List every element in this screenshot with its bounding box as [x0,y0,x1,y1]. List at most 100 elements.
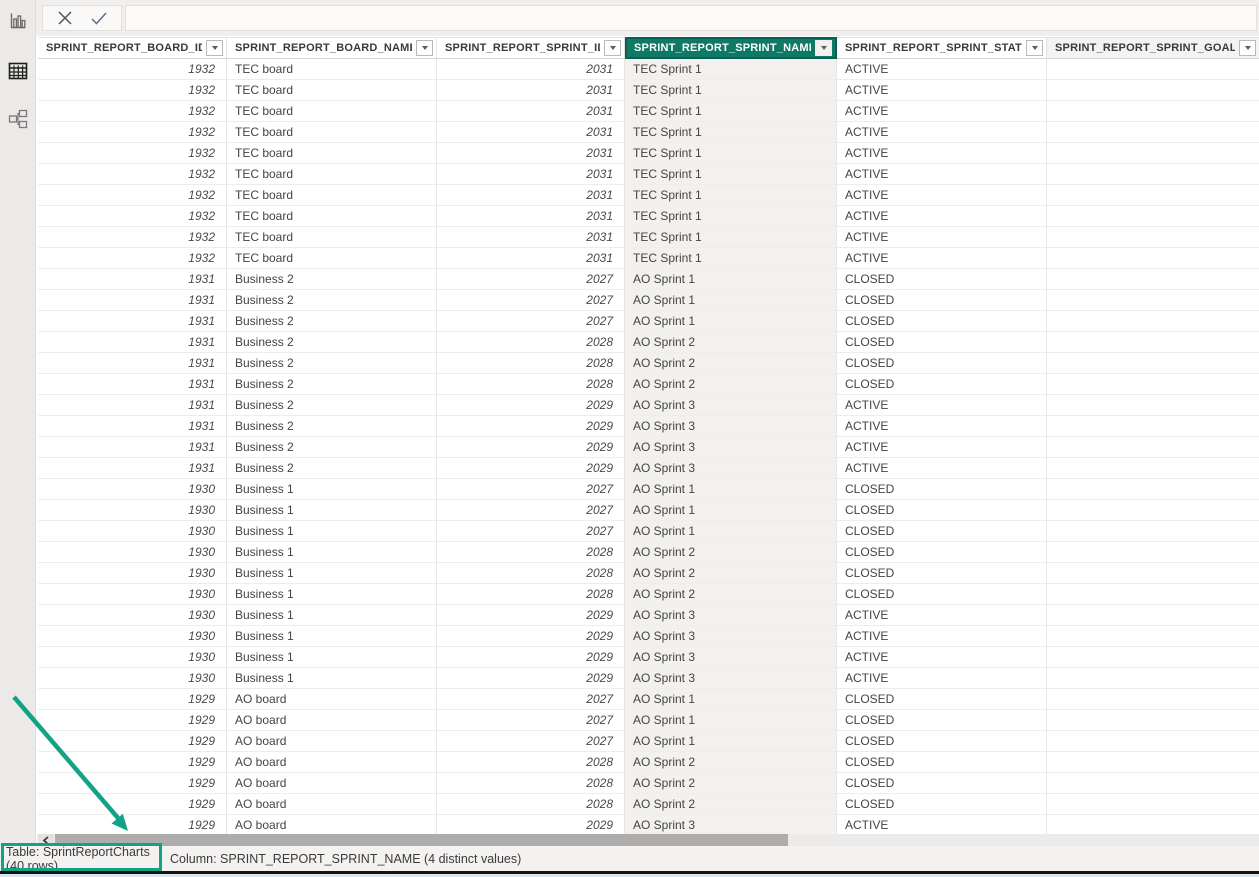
column-filter-dropdown-button[interactable] [604,40,621,56]
table-cell[interactable]: Business 2 [227,395,437,416]
table-cell[interactable] [1047,416,1259,437]
table-cell[interactable]: 1929 [38,689,227,710]
table-cell[interactable] [1047,269,1259,290]
column-filter-dropdown-button[interactable] [815,40,832,56]
table-cell[interactable] [1047,164,1259,185]
table-cell[interactable] [1047,101,1259,122]
table-cell[interactable]: 1931 [38,437,227,458]
table-cell[interactable]: Business 1 [227,605,437,626]
table-cell[interactable]: AO Sprint 2 [625,563,837,584]
table-cell[interactable]: Business 1 [227,668,437,689]
table-cell[interactable]: CLOSED [837,752,1047,773]
table-cell[interactable]: TEC Sprint 1 [625,206,837,227]
table-cell[interactable]: Business 2 [227,458,437,479]
table-cell[interactable]: AO Sprint 3 [625,416,837,437]
table-cell[interactable]: 2031 [437,122,625,143]
table-cell[interactable]: 2031 [437,80,625,101]
table-cell[interactable]: AO Sprint 1 [625,521,837,542]
table-cell[interactable]: ACTIVE [837,395,1047,416]
table-cell[interactable]: CLOSED [837,794,1047,815]
table-cell[interactable] [1047,752,1259,773]
table-cell[interactable]: 2031 [437,101,625,122]
table-cell[interactable]: Business 2 [227,311,437,332]
table-cell[interactable]: TEC board [227,164,437,185]
table-cell[interactable]: 2031 [437,164,625,185]
sidebar-item-model-view[interactable] [0,102,36,136]
table-cell[interactable]: 1930 [38,605,227,626]
table-cell[interactable] [1047,80,1259,101]
table-cell[interactable] [1047,815,1259,836]
table-cell[interactable]: AO board [227,773,437,794]
table-cell[interactable]: 2029 [437,668,625,689]
table-cell[interactable]: 1930 [38,479,227,500]
table-cell[interactable]: CLOSED [837,374,1047,395]
table-cell[interactable]: 2027 [437,710,625,731]
table-cell[interactable]: CLOSED [837,311,1047,332]
table-cell[interactable]: 2028 [437,794,625,815]
table-cell[interactable]: AO board [227,815,437,836]
table-cell[interactable] [1047,122,1259,143]
table-cell[interactable]: CLOSED [837,542,1047,563]
table-cell[interactable]: TEC Sprint 1 [625,227,837,248]
table-cell[interactable]: TEC board [227,122,437,143]
table-cell[interactable]: Business 2 [227,269,437,290]
table-cell[interactable]: CLOSED [837,563,1047,584]
table-cell[interactable]: 1931 [38,332,227,353]
table-cell[interactable]: Business 2 [227,437,437,458]
horizontal-scrollbar[interactable] [37,834,1259,846]
table-cell[interactable]: CLOSED [837,521,1047,542]
table-cell[interactable]: ACTIVE [837,227,1047,248]
table-cell[interactable]: AO Sprint 1 [625,689,837,710]
table-cell[interactable]: Business 1 [227,542,437,563]
table-cell[interactable]: Business 2 [227,374,437,395]
table-cell[interactable] [1047,563,1259,584]
table-cell[interactable]: AO Sprint 2 [625,353,837,374]
table-cell[interactable]: AO Sprint 2 [625,374,837,395]
table-cell[interactable]: AO Sprint 3 [625,815,837,836]
table-cell[interactable]: AO Sprint 3 [625,647,837,668]
formula-input[interactable] [125,5,1257,31]
table-cell[interactable] [1047,290,1259,311]
table-cell[interactable]: AO Sprint 1 [625,269,837,290]
table-cell[interactable]: AO board [227,689,437,710]
table-cell[interactable]: ACTIVE [837,122,1047,143]
table-cell[interactable]: Business 2 [227,290,437,311]
table-cell[interactable]: 2028 [437,332,625,353]
table-cell[interactable] [1047,605,1259,626]
scrollbar-thumb[interactable] [55,834,788,846]
table-cell[interactable]: 2027 [437,731,625,752]
table-cell[interactable]: 1932 [38,122,227,143]
table-cell[interactable]: 1931 [38,395,227,416]
table-cell[interactable]: 1930 [38,584,227,605]
table-cell[interactable]: 1932 [38,164,227,185]
table-cell[interactable]: TEC board [227,227,437,248]
table-cell[interactable]: 1929 [38,773,227,794]
column-header-5[interactable]: SPRINT_REPORT_SPRINT_GOAL [1047,37,1259,59]
table-cell[interactable]: 2031 [437,206,625,227]
table-cell[interactable]: 2027 [437,311,625,332]
table-cell[interactable]: ACTIVE [837,416,1047,437]
table-cell[interactable]: 1930 [38,563,227,584]
table-cell[interactable]: AO Sprint 2 [625,794,837,815]
table-cell[interactable] [1047,584,1259,605]
table-cell[interactable]: TEC board [227,101,437,122]
table-cell[interactable]: 2028 [437,584,625,605]
table-cell[interactable]: ACTIVE [837,80,1047,101]
table-cell[interactable]: AO board [227,752,437,773]
table-cell[interactable]: CLOSED [837,269,1047,290]
table-cell[interactable]: 1929 [38,710,227,731]
table-cell[interactable]: 2027 [437,290,625,311]
table-cell[interactable] [1047,59,1259,80]
table-cell[interactable]: 2029 [437,458,625,479]
table-cell[interactable]: AO board [227,710,437,731]
table-cell[interactable]: 2029 [437,605,625,626]
table-cell[interactable] [1047,227,1259,248]
table-cell[interactable] [1047,185,1259,206]
table-cell[interactable]: TEC Sprint 1 [625,143,837,164]
table-cell[interactable]: TEC Sprint 1 [625,59,837,80]
table-cell[interactable]: Business 1 [227,500,437,521]
table-cell[interactable]: ACTIVE [837,626,1047,647]
table-cell[interactable]: 2031 [437,59,625,80]
table-cell[interactable]: 2031 [437,248,625,269]
table-cell[interactable]: Business 1 [227,584,437,605]
